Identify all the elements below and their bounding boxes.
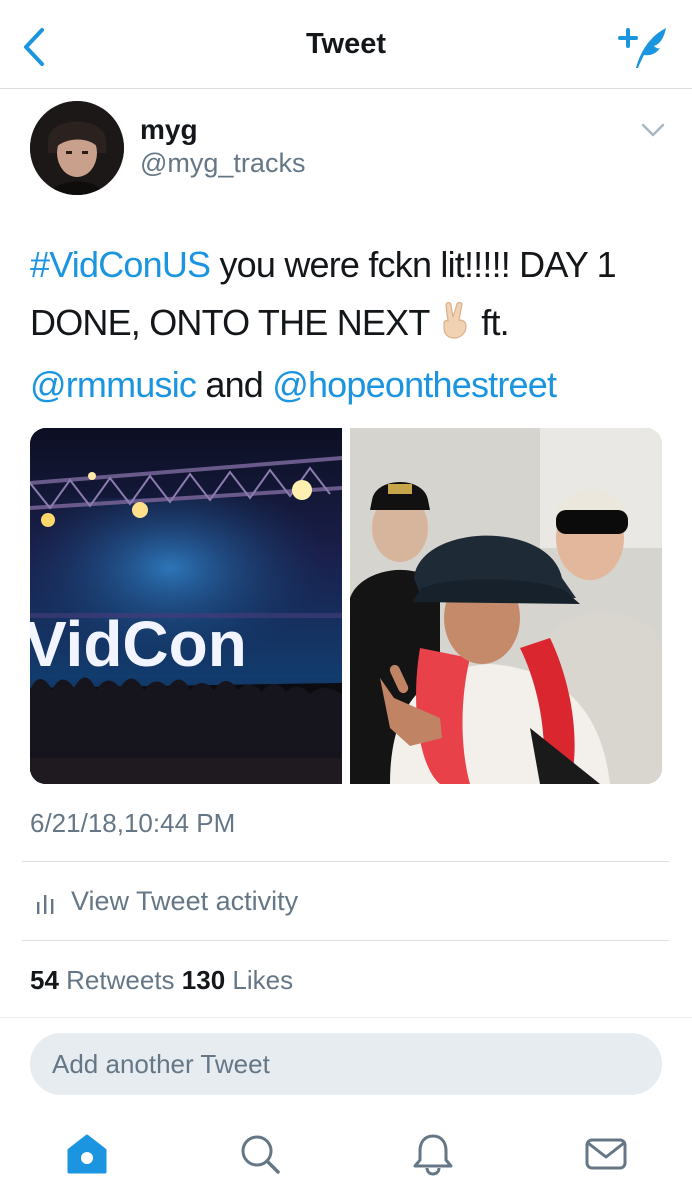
- messages-icon: [585, 1138, 627, 1170]
- likes-label: Likes: [232, 965, 294, 995]
- tab-notifications[interactable]: [411, 1132, 455, 1176]
- retweets-count: 54: [30, 965, 59, 995]
- retweets-stat[interactable]: 54 Retweets: [30, 965, 175, 995]
- mention-link[interactable]: @hopeonthestreet: [272, 364, 557, 405]
- victory-hand-icon: [443, 301, 467, 339]
- likes-stat[interactable]: 130 Likes: [182, 965, 293, 995]
- home-icon: [67, 1134, 107, 1174]
- tweet-timestamp: 6/21/18,10:44 PM: [30, 808, 236, 838]
- chevron-down-icon: [641, 123, 665, 137]
- divider: [22, 940, 669, 941]
- view-tweet-activity-label: View Tweet activity: [71, 886, 299, 916]
- tweet-text-part: ft.: [472, 302, 509, 343]
- likes-count: 130: [181, 965, 226, 995]
- author-handle[interactable]: @myg_tracks: [140, 148, 305, 179]
- tweet-text: #VidConUS you were fckn lit!!!!! DAY 1 D…: [30, 236, 670, 414]
- tweet-photo-stage[interactable]: VidCon: [30, 428, 342, 784]
- tweet-text-part: and: [196, 364, 273, 405]
- compose-tweet-button[interactable]: [616, 22, 672, 72]
- add-another-tweet-input[interactable]: [30, 1033, 662, 1095]
- notifications-icon: [413, 1134, 453, 1176]
- tab-home[interactable]: [65, 1132, 109, 1176]
- hashtag-link[interactable]: #VidConUS: [30, 244, 211, 285]
- concert-stage-image: VidCon: [30, 428, 342, 784]
- author-name[interactable]: myg: [140, 114, 198, 146]
- tweet-photo-selfie[interactable]: [350, 428, 662, 784]
- avatar-image: [30, 101, 124, 195]
- analytics-bar-icon: [37, 895, 54, 914]
- victory-hand-emoji: [438, 298, 472, 356]
- view-tweet-activity-button[interactable]: View Tweet activity: [22, 862, 669, 940]
- tab-search[interactable]: [238, 1132, 282, 1176]
- top-nav-bar: Tweet: [0, 0, 692, 89]
- group-selfie-image: [350, 428, 662, 784]
- search-icon: [241, 1135, 280, 1174]
- avatar[interactable]: [30, 101, 124, 195]
- tweet-stats: 54 Retweets 130 Likes: [30, 965, 293, 996]
- divider: [0, 1017, 692, 1018]
- stage-sign-text: VidCon: [30, 608, 247, 680]
- page-title: Tweet: [305, 28, 387, 60]
- tab-messages[interactable]: [584, 1132, 628, 1176]
- retweets-label: Retweets: [66, 965, 175, 995]
- tweet-options-button[interactable]: [638, 118, 668, 142]
- compose-feather-icon: [618, 28, 666, 68]
- mention-link[interactable]: @rmmusic: [30, 364, 197, 405]
